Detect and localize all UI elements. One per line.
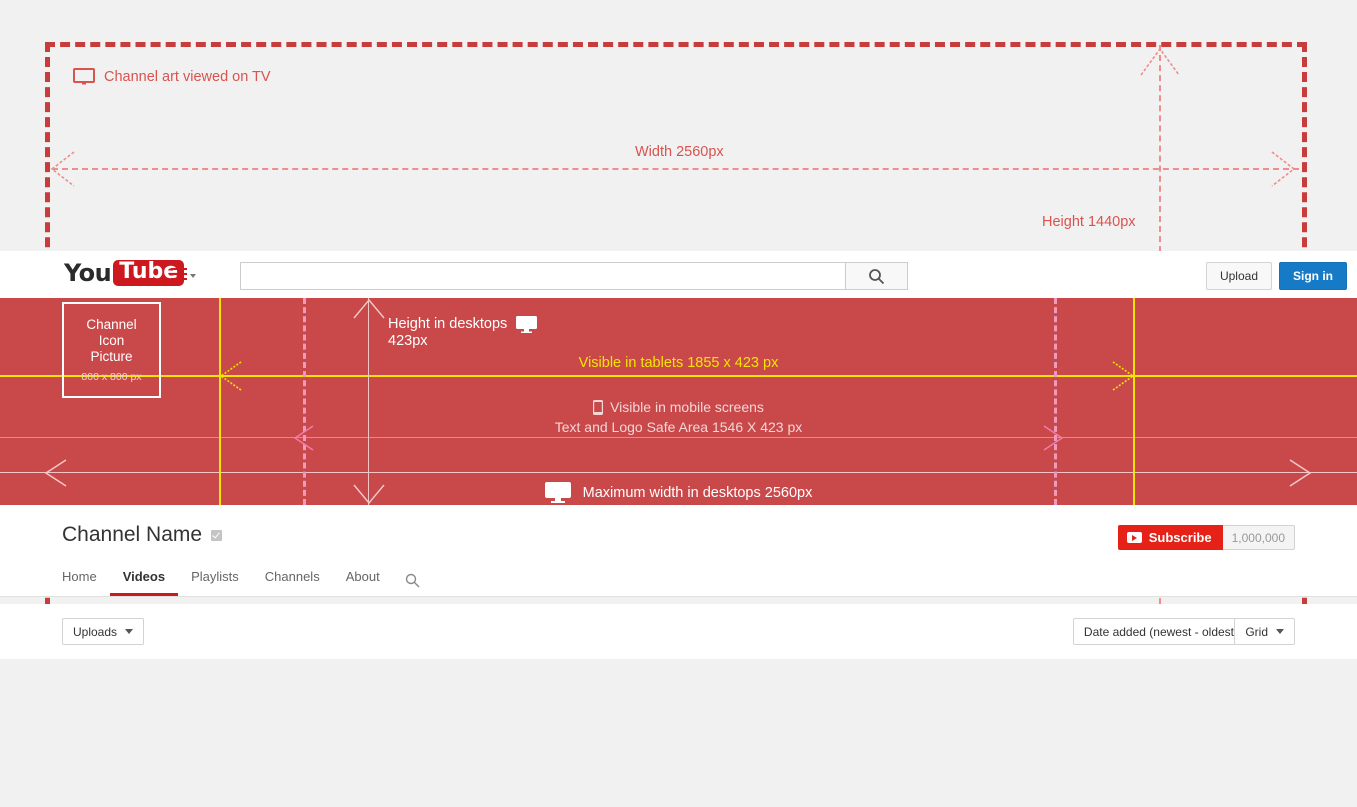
max-width-text: Maximum width in desktops 2560px	[582, 484, 813, 501]
width-arrow-left	[50, 148, 76, 190]
tv-label-text: Channel art viewed on TV	[104, 68, 271, 85]
subscriber-count: 1,000,000	[1222, 525, 1295, 550]
chevron-down-icon-view	[1276, 629, 1284, 634]
uploads-filter-dropdown[interactable]: Uploads	[62, 618, 145, 645]
channel-icon-line2: Icon	[98, 333, 125, 348]
play-icon	[1126, 532, 1142, 543]
channel-icon-placeholder[interactable]: Channel Icon Picture 800 x 800 px	[62, 302, 161, 398]
height-measure-label: Height 1440px	[1036, 212, 1142, 232]
videos-toolbar: Uploads Date added (newest - oldest) Gri…	[0, 604, 1357, 660]
hamburger-menu-icon	[171, 268, 187, 280]
search-button[interactable]	[845, 262, 908, 290]
view-mode-label: Grid	[1245, 624, 1268, 639]
youtube-masthead: You Tube Upload Sign in	[0, 251, 1357, 299]
channel-header: Channel Name Subscribe 1,000,000 Home Vi…	[0, 505, 1357, 597]
youtube-logo-you: You	[64, 259, 112, 287]
mobile-phone-icon	[593, 400, 604, 415]
search-icon	[868, 268, 885, 285]
subscribe-label: Subscribe	[1148, 530, 1212, 545]
desktop-height-value: 423px	[388, 333, 428, 349]
tab-about[interactable]: About	[333, 569, 393, 596]
subscribe-group: Subscribe 1,000,000	[1117, 525, 1295, 550]
upload-button[interactable]: Upload	[1205, 262, 1272, 290]
verified-badge-icon	[211, 529, 223, 541]
tab-home[interactable]: Home	[62, 569, 110, 596]
mobile-safe-area-text: Text and Logo Safe Area 1546 X 423 px	[554, 419, 803, 435]
width-arrow-right	[1270, 148, 1296, 190]
video-grid-area	[0, 659, 1357, 807]
channel-name-text: Channel Name	[62, 523, 203, 546]
mobile-visible-text: Visible in mobile screens	[610, 399, 764, 415]
channel-art-tv-label: Channel art viewed on TV	[73, 68, 271, 85]
tab-playlists[interactable]: Playlists	[178, 569, 252, 596]
tab-videos[interactable]: Videos	[109, 569, 179, 596]
width-measure-label: Width 2560px	[628, 144, 731, 160]
subscribe-button[interactable]: Subscribe	[1117, 525, 1223, 550]
max-width-label: Maximum width in desktops 2560px	[0, 482, 1357, 503]
youtube-channel-art-template-page: Channel art viewed on TV Width 2560px He…	[0, 0, 1357, 807]
channel-tabs: Home Videos Playlists Channels About	[62, 569, 432, 596]
desktop-height-label-text: Height in desktops	[388, 316, 508, 332]
mobile-safe-area-line	[0, 437, 1357, 438]
tab-channels[interactable]: Channels	[252, 569, 333, 596]
chevron-down-icon	[190, 273, 196, 278]
search-icon-channel	[405, 573, 420, 588]
tv-icon	[73, 68, 95, 85]
desktop-monitor-icon	[516, 316, 538, 333]
mobile-safe-area-label: Visible in mobile screens Text and Logo …	[0, 399, 1357, 436]
desktop-height-label: Height in desktops 423px	[388, 316, 538, 350]
view-mode-dropdown[interactable]: Grid	[1234, 618, 1295, 645]
channel-icon-line1: Channel	[86, 317, 137, 332]
search-bar	[240, 262, 908, 290]
desktop-max-width-line	[0, 472, 1357, 473]
desktop-height-arrow-up	[352, 298, 386, 320]
channel-icon-size: 800 x 800 px	[81, 371, 142, 383]
channel-search-button[interactable]	[393, 573, 432, 596]
youtube-logo[interactable]: You Tube	[64, 259, 185, 287]
uploads-filter-label: Uploads	[73, 624, 118, 639]
desktop-monitor-icon-2	[544, 482, 571, 503]
width-measure-line	[52, 168, 1299, 170]
tablet-safe-area-line	[0, 375, 1357, 377]
chevron-down-icon-uploads	[125, 629, 134, 634]
tablet-visible-label: Visible in tablets 1855 x 423 px	[578, 355, 779, 371]
page-title: Channel Name	[62, 523, 223, 547]
height-arrow-up	[1137, 47, 1183, 77]
search-input[interactable]	[240, 262, 845, 290]
sort-order-label: Date added (newest - oldest)	[1083, 624, 1238, 639]
guide-menu-button[interactable]	[171, 268, 196, 280]
sign-in-button[interactable]: Sign in	[1279, 262, 1347, 290]
